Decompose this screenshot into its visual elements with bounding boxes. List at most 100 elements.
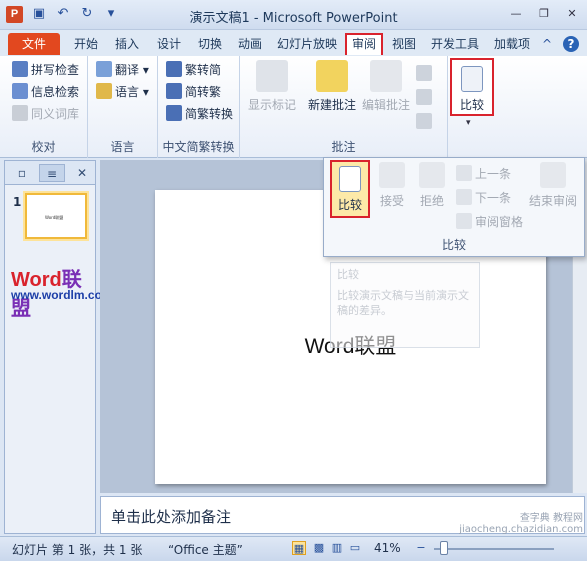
reviewing-pane-icon [456, 213, 472, 229]
close-icon[interactable]: ✕ [563, 6, 581, 22]
help-icon[interactable]: ? [563, 36, 579, 52]
ribbon-right-controls: ^ ? [539, 36, 579, 52]
slideshow-icon[interactable]: ▭ [348, 541, 362, 555]
tab-insert[interactable]: 插入 [109, 33, 145, 55]
language-button[interactable]: 语言 ▾ [96, 82, 149, 102]
next-comment-icon [416, 113, 432, 129]
previous-comment-icon [416, 89, 432, 105]
proofing-group-label: 校对 [31, 140, 56, 154]
outline-tab-icon[interactable]: ≡ [39, 164, 65, 182]
slide-count-status: 幻灯片 第 1 张，共 1 张 [12, 543, 143, 557]
edit-comment-button[interactable]: 编辑批注 [360, 60, 412, 113]
new-comment-button[interactable]: 新建批注 [306, 60, 358, 113]
slide-thumbnail-number: 1 [13, 195, 22, 209]
language-group-label: 语言 [110, 140, 135, 154]
next-change-icon [456, 189, 472, 205]
proofing-group: 拼写检查 信息检索 同义词库 校对 [0, 56, 88, 158]
notes-placeholder[interactable]: 单击此处添加备注 [111, 506, 231, 527]
next-change-button[interactable]: 下一条 [456, 188, 511, 208]
language-icon [96, 83, 112, 99]
slide-sorter-icon[interactable]: ▩ [312, 541, 326, 555]
minimize-icon[interactable]: — [507, 6, 525, 22]
translate-icon [96, 61, 112, 77]
previous-change-icon [456, 165, 472, 181]
thesaurus-button[interactable]: 同义词库 [12, 104, 79, 124]
language-group: 翻译 ▾ 语言 ▾ 语言 [88, 56, 158, 158]
compare-dropdown-label: 比较 [441, 238, 466, 252]
compare-button[interactable]: 比较 [450, 58, 494, 116]
zoom-slider-thumb[interactable] [440, 541, 448, 555]
research-icon [12, 83, 28, 99]
wordlm-url: www.wordlm.com [11, 288, 113, 302]
status-bar: 幻灯片 第 1 张，共 1 张 “Office 主题” ▦ ▩ ▥ ▭ 41% … [0, 536, 587, 561]
tab-review[interactable]: 审阅 [345, 33, 383, 55]
traditional-icon [166, 83, 182, 99]
slides-pane: ▫ ≡ ✕ 1 Word联盟 Word联盟 www.wordlm.com [4, 160, 113, 534]
to-simplified-button[interactable]: 繁转简 [166, 60, 221, 80]
compare-tooltip: 比较 比较演示文稿与当前演示文稿的差异。 [330, 262, 480, 348]
delete-comment-icon [416, 65, 432, 81]
tab-addins[interactable]: 加载项 [489, 33, 535, 55]
comments-group: 显示标记 新建批注 编辑批注 批注 [240, 56, 448, 158]
accept-icon [379, 162, 405, 188]
dropdown-compare-button[interactable]: 比较 [330, 160, 370, 218]
simplified-icon [166, 61, 182, 77]
slides-tab-icon[interactable]: ▫ [9, 164, 35, 182]
collapse-ribbon-icon[interactable]: ^ [539, 36, 555, 52]
show-markup-icon [256, 60, 288, 92]
zoom-level[interactable]: 41% [374, 541, 401, 555]
ribbon: 拼写检查 信息检索 同义词库 校对 翻译 ▾ 语言 ▾ 语言 繁转简 简转繁 简… [0, 56, 587, 158]
spelling-button[interactable]: 拼写检查 [12, 60, 79, 80]
previous-comment-button[interactable] [416, 88, 436, 108]
end-review-icon [540, 162, 566, 188]
site-watermark: 查字典 教程网 jiaocheng.chazidian.com [459, 513, 583, 535]
delete-comment-button[interactable] [416, 64, 436, 84]
compare-dropdown: 比较 接受 拒绝 上一条 下一条 审阅窗格 结束审阅 比较 [323, 157, 585, 257]
edit-comment-icon [370, 60, 402, 92]
zoom-slider-track[interactable] [434, 548, 554, 550]
reviewing-pane-button[interactable]: 审阅窗格 [456, 212, 523, 232]
tab-developer[interactable]: 开发工具 [427, 33, 483, 55]
research-button[interactable]: 信息检索 [12, 82, 79, 102]
to-traditional-button[interactable]: 简转繁 [166, 82, 221, 102]
chinese-conversion-group: 繁转简 简转繁 简繁转换 中文简繁转换 [158, 56, 240, 158]
theme-status[interactable]: “Office 主题” [168, 541, 243, 558]
restore-icon[interactable]: ❐ [535, 6, 553, 22]
slide-thumbnail-text: Word联盟 [45, 215, 64, 220]
tab-view[interactable]: 视图 [387, 33, 421, 55]
end-review-button[interactable]: 结束审阅 [526, 162, 580, 209]
tab-design[interactable]: 设计 [151, 33, 187, 55]
reading-view-icon[interactable]: ▥ [330, 541, 344, 555]
chinese-conversion-group-label: 中文简繁转换 [162, 140, 235, 154]
accept-button[interactable]: 接受 [374, 162, 410, 209]
tab-slideshow[interactable]: 幻灯片放映 [272, 33, 342, 55]
convert-button[interactable]: 简繁转换 [166, 104, 233, 124]
tab-animations[interactable]: 动画 [232, 33, 268, 55]
show-markup-button[interactable]: 显示标记 [246, 60, 298, 113]
convert-icon [166, 105, 182, 121]
tab-transitions[interactable]: 切换 [192, 33, 228, 55]
spelling-icon [12, 61, 28, 77]
reject-button[interactable]: 拒绝 [414, 162, 450, 209]
compare-icon [339, 166, 361, 192]
new-comment-icon [316, 60, 348, 92]
tab-file[interactable]: 文件 [8, 33, 60, 55]
compare-icon [461, 66, 483, 92]
comments-group-label: 批注 [331, 140, 356, 154]
next-comment-button[interactable] [416, 112, 436, 132]
compare-dropdown-arrow-icon[interactable]: ▾ [466, 118, 471, 128]
window-controls: — ❐ ✕ [507, 6, 581, 22]
close-pane-icon[interactable]: ✕ [69, 164, 95, 182]
slide-thumbnail[interactable]: Word联盟 [25, 193, 87, 239]
thesaurus-icon [12, 105, 28, 121]
tab-home[interactable]: 开始 [68, 33, 104, 55]
compare-group: 比较 ▾ [448, 56, 498, 158]
normal-view-icon[interactable]: ▦ [292, 541, 306, 555]
previous-change-button[interactable]: 上一条 [456, 164, 511, 184]
translate-button[interactable]: 翻译 ▾ [96, 60, 149, 80]
slides-pane-tabs: ▫ ≡ ✕ [5, 161, 95, 185]
ribbon-tabs: 文件 开始 插入 设计 切换 动画 幻灯片放映 审阅 视图 开发工具 加载项 ^… [0, 30, 587, 56]
zoom-out-icon[interactable]: − [414, 541, 428, 555]
reject-icon [419, 162, 445, 188]
window-title: 演示文稿1 - Microsoft PowerPoint [189, 11, 398, 26]
